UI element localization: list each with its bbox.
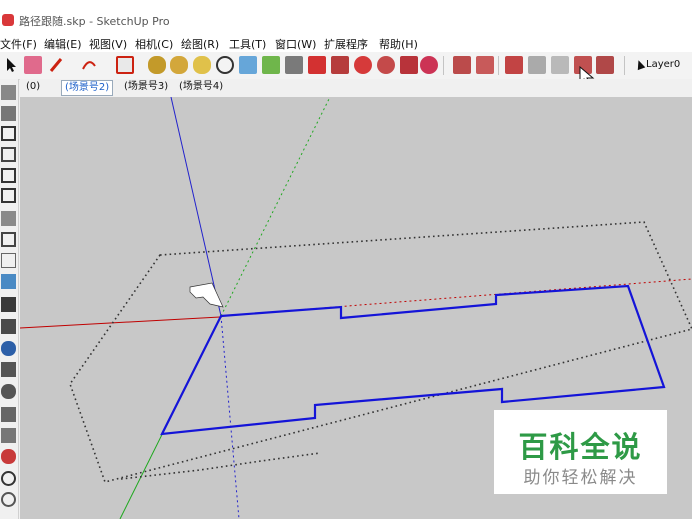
top-view-icon[interactable]	[1, 106, 16, 121]
window-title: 路径跟随.skp - SketchUp Pro	[19, 15, 170, 28]
red-axis-solid	[20, 316, 221, 329]
zoom-tool-icon[interactable]	[354, 56, 372, 74]
blue-axis-solid	[170, 97, 222, 317]
eraser-tool-icon[interactable]	[24, 56, 42, 74]
orbit-tool-icon[interactable]	[216, 56, 234, 74]
layer-selector[interactable]: Layer0	[646, 59, 680, 70]
front-view-icon[interactable]	[1, 126, 16, 141]
walk-tool-icon[interactable]	[420, 56, 438, 74]
section-plane-icon[interactable]	[1, 428, 16, 443]
hidden-line-style-icon[interactable]	[1, 253, 16, 268]
paint-bucket-tool-icon[interactable]	[239, 56, 257, 74]
left-toolbar	[0, 79, 19, 519]
tape-measure-tool-icon[interactable]	[193, 56, 211, 74]
back-view-icon[interactable]	[1, 168, 16, 183]
sketchup-logo-icon	[2, 14, 14, 26]
right-view-icon[interactable]	[1, 147, 16, 162]
select-tool-icon[interactable]	[2, 56, 20, 74]
main-toolbar: Layer0	[0, 52, 692, 87]
textured-style-icon[interactable]	[1, 297, 16, 312]
look-around-icon[interactable]	[1, 384, 16, 399]
tab-scene-0[interactable]: (0)	[23, 80, 43, 94]
profile-shape[interactable]	[189, 282, 224, 308]
toolbar-divider	[498, 56, 499, 75]
tab-scene-2[interactable]: (场景号2)	[61, 80, 114, 96]
shaded-style-icon[interactable]	[1, 274, 16, 289]
scene-tabs: (0) (场景号2) (场景号3) (场景号4)	[20, 79, 692, 96]
rotate-tool-icon[interactable]	[331, 56, 349, 74]
menu-bar: 文件(F) 编辑(E) 视图(V) 相机(C) 绘图(R) 工具(T) 窗口(W…	[0, 34, 692, 52]
blue-axis-dashed	[220, 315, 240, 519]
front-view-icon[interactable]	[505, 56, 523, 74]
scale-tool-icon[interactable]	[308, 56, 326, 74]
xray-style-icon[interactable]	[1, 211, 16, 226]
menu-tools[interactable]: 工具(T)	[229, 36, 266, 52]
zoom-extents-tool-icon[interactable]	[400, 56, 418, 74]
layer-arrow-icon	[634, 58, 646, 71]
zoom-tool-icon[interactable]	[1, 471, 16, 486]
offset-tool-icon[interactable]	[170, 56, 188, 74]
menu-edit[interactable]: 编辑(E)	[44, 36, 82, 52]
iso-view-icon[interactable]	[1, 85, 16, 100]
left-view-icon[interactable]	[1, 188, 16, 203]
watermark-box: 百科全说 助你轻松解决	[494, 410, 667, 494]
top-view-icon[interactable]	[476, 56, 494, 74]
menu-view[interactable]: 视图(V)	[89, 36, 127, 52]
arc-tool-icon[interactable]	[80, 56, 98, 74]
move-tool-icon[interactable]	[262, 56, 280, 74]
sandbox-tool-icon[interactable]	[1, 341, 16, 356]
menu-camera[interactable]: 相机(C)	[135, 36, 173, 52]
tab-scene-4[interactable]: (场景号4)	[176, 80, 226, 94]
monochrome-style-icon[interactable]	[1, 319, 16, 334]
toolbar-divider	[443, 56, 444, 75]
toolbar-divider	[624, 56, 625, 75]
watermark-title: 百科全说	[518, 430, 643, 464]
right-view-icon[interactable]	[528, 56, 546, 74]
menu-draw[interactable]: 绘图(R)	[181, 36, 219, 52]
menu-help[interactable]: 帮助(H)	[379, 36, 418, 52]
push-pull-tool-icon[interactable]	[148, 56, 166, 74]
menu-extensions[interactable]: 扩展程序	[324, 36, 368, 52]
zoom-extents-icon[interactable]	[1, 492, 16, 507]
rectangle-tool-icon[interactable]	[116, 56, 134, 74]
green-axis-dashed	[220, 97, 331, 317]
wireframe-style-icon[interactable]	[1, 232, 16, 247]
position-camera-icon[interactable]	[1, 362, 16, 377]
menu-window[interactable]: 窗口(W)	[275, 36, 316, 52]
pan-tool-icon[interactable]	[377, 56, 395, 74]
zoom-window-icon[interactable]	[1, 449, 16, 464]
back-view-icon[interactable]	[551, 56, 569, 74]
walk-tool-icon[interactable]	[1, 407, 16, 422]
menu-file[interactable]: 文件(F)	[0, 36, 37, 52]
title-bar: 路径跟随.skp - SketchUp Pro	[0, 0, 692, 34]
bottom-view-icon[interactable]	[596, 56, 614, 74]
watermark-subtitle: 助你轻松解决	[523, 468, 638, 488]
tab-scene-3[interactable]: (场景号3)	[121, 80, 171, 94]
pencil-tool-icon[interactable]	[48, 56, 66, 74]
iso-view-icon[interactable]	[453, 56, 471, 74]
follow-me-tool-icon[interactable]	[285, 56, 303, 74]
